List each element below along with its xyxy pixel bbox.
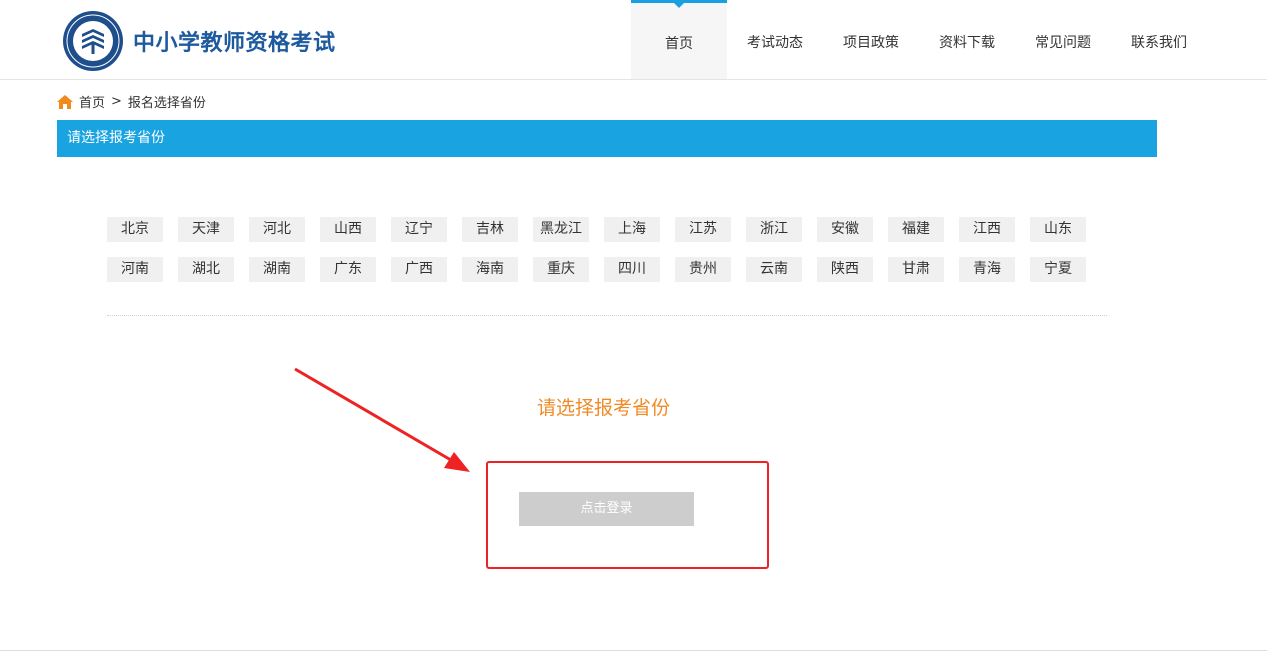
province-option[interactable]: 山东 xyxy=(1030,217,1086,242)
province-option[interactable]: 重庆 xyxy=(533,257,589,282)
province-option[interactable]: 上海 xyxy=(604,217,660,242)
select-province-prompt: 请选择报考省份 xyxy=(537,397,671,419)
province-option[interactable]: 甘肃 xyxy=(888,257,944,282)
province-option[interactable]: 广西 xyxy=(391,257,447,282)
dotted-divider xyxy=(107,315,1107,316)
province-option[interactable]: 海南 xyxy=(462,257,518,282)
home-icon xyxy=(57,94,73,109)
nav-faq[interactable]: 常见问题 xyxy=(1015,0,1111,79)
nav-policy[interactable]: 项目政策 xyxy=(823,0,919,79)
annotation-highlight-box xyxy=(486,461,769,569)
province-option[interactable]: 云南 xyxy=(746,257,802,282)
province-option[interactable]: 青海 xyxy=(959,257,1015,282)
site-title[interactable]: 中小学教师资格考试 xyxy=(133,25,336,57)
header: 中小学教师资格考试 首页 考试动态 项目政策 资料下载 常见问题 联系我们 xyxy=(0,0,1267,80)
province-option[interactable]: 湖南 xyxy=(249,257,305,282)
province-option[interactable]: 陕西 xyxy=(817,257,873,282)
province-list: 北京 天津 河北 山西 辽宁 吉林 黑龙江 上海 江苏 浙江 安徽 福建 江西 … xyxy=(107,217,1107,297)
nav-downloads[interactable]: 资料下载 xyxy=(919,0,1015,79)
breadcrumb-current: 报名选择省份 xyxy=(127,96,206,111)
province-option[interactable]: 河北 xyxy=(249,217,305,242)
breadcrumb: 首页 > 报名选择省份 xyxy=(57,92,206,111)
province-option[interactable]: 吉林 xyxy=(462,217,518,242)
main-nav: 首页 考试动态 项目政策 资料下载 常见问题 联系我们 xyxy=(631,0,1207,79)
province-option[interactable]: 安徽 xyxy=(817,217,873,242)
breadcrumb-separator: > xyxy=(111,94,122,109)
footer-divider xyxy=(0,650,1267,651)
nav-exam-news[interactable]: 考试动态 xyxy=(727,0,823,79)
province-option[interactable]: 山西 xyxy=(320,217,376,242)
province-option[interactable]: 天津 xyxy=(178,217,234,242)
breadcrumb-home-link[interactable]: 首页 xyxy=(79,92,105,111)
province-row-2: 河南 湖北 湖南 广东 广西 海南 重庆 四川 贵州 云南 陕西 甘肃 青海 宁… xyxy=(107,257,1107,282)
province-option[interactable]: 江西 xyxy=(959,217,1015,242)
province-option[interactable]: 河南 xyxy=(107,257,163,282)
nav-home[interactable]: 首页 xyxy=(631,0,727,79)
province-row-1: 北京 天津 河北 山西 辽宁 吉林 黑龙江 上海 江苏 浙江 安徽 福建 江西 … xyxy=(107,217,1107,242)
province-option[interactable]: 浙江 xyxy=(746,217,802,242)
province-option[interactable]: 湖北 xyxy=(178,257,234,282)
province-option[interactable]: 四川 xyxy=(604,257,660,282)
province-option[interactable]: 福建 xyxy=(888,217,944,242)
province-option[interactable]: 贵州 xyxy=(675,257,731,282)
province-option[interactable]: 广东 xyxy=(320,257,376,282)
section-title-bar: 请选择报考省份 xyxy=(57,120,1157,157)
province-option[interactable]: 黑龙江 xyxy=(533,217,589,242)
province-option[interactable]: 辽宁 xyxy=(391,217,447,242)
logo-emblem-icon xyxy=(63,11,123,71)
province-option[interactable]: 宁夏 xyxy=(1030,257,1086,282)
province-option[interactable]: 江苏 xyxy=(675,217,731,242)
nav-contact[interactable]: 联系我们 xyxy=(1111,0,1207,79)
province-option[interactable]: 北京 xyxy=(107,217,163,242)
